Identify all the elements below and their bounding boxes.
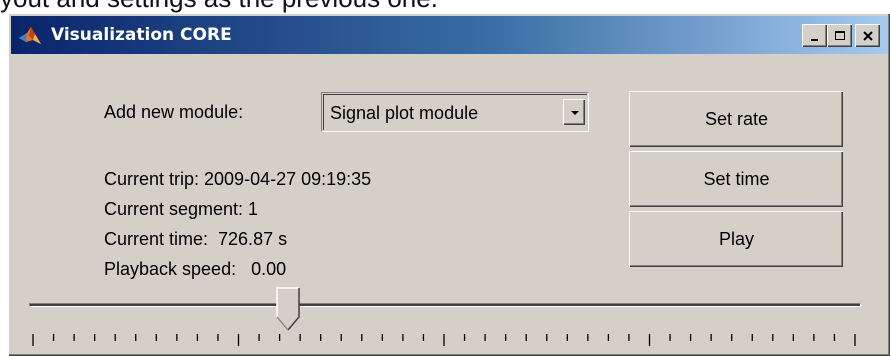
slider-ticks bbox=[32, 334, 856, 346]
background-caption: yout and settings as the previous one. bbox=[0, 0, 890, 13]
visualization-core-window: Visualization CORE Add new module: Signa… bbox=[8, 13, 890, 356]
playback-slider-thumb[interactable] bbox=[276, 287, 300, 331]
